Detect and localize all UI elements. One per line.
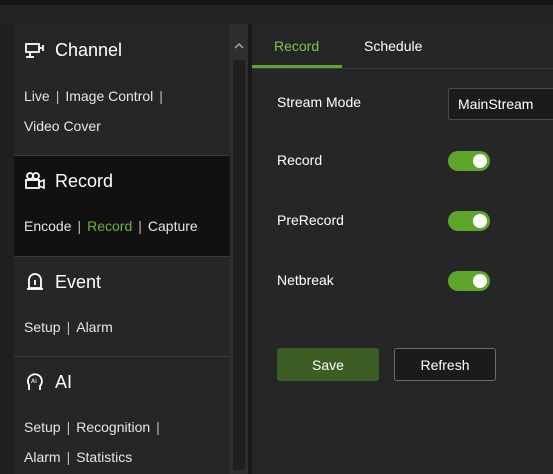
chevron-up-icon[interactable] [234, 38, 244, 49]
ai-head-icon: AI [24, 371, 46, 393]
sidebar-heading-label: AI [55, 371, 73, 392]
sidebar-section-ai: AI AI Setup | Recognition | Alarm | Stat… [14, 357, 230, 474]
top-bar [0, 0, 553, 24]
sidebar-item-image-control[interactable]: Image Control [65, 81, 153, 111]
sidebar-heading-label: Channel [55, 39, 123, 60]
svg-text:AI: AI [31, 378, 37, 385]
sidebar-heading-record[interactable]: Record [24, 169, 113, 193]
scrollbar-thumb[interactable] [233, 60, 245, 470]
sidebar-links-ai: Setup | Recognition | Alarm | Statistics [24, 412, 166, 472]
separator: | [156, 419, 160, 435]
sidebar-link-row: Setup | Recognition | [24, 412, 166, 442]
sidebar-item-video-cover[interactable]: Video Cover [24, 111, 101, 141]
sidebar-heading-ai[interactable]: AI AI [24, 370, 72, 394]
stream-mode-value: MainStream [458, 96, 534, 112]
tab-bar: Record Schedule [252, 24, 553, 69]
sidebar-link-row: Alarm | Statistics [24, 442, 166, 472]
sidebar-heading-label: Record [55, 170, 114, 191]
separator: | [138, 218, 142, 234]
sidebar-item-alarm[interactable]: Alarm [76, 312, 113, 342]
refresh-button[interactable]: Refresh [394, 348, 496, 381]
sidebar-section-record: Record Encode | Record | Capture [14, 156, 230, 256]
sidebar-links-event: Setup | Alarm [24, 312, 113, 342]
record-toggle[interactable] [448, 151, 490, 171]
sidebar-heading-channel[interactable]: Channel [24, 38, 122, 62]
alarm-bell-icon [24, 271, 46, 293]
toggle-knob [473, 154, 487, 168]
sidebar-section-event: Event Setup | Alarm [14, 257, 230, 356]
netbreak-label: Netbreak [277, 272, 334, 288]
prerecord-label: PreRecord [277, 212, 344, 228]
toggle-knob [473, 274, 487, 288]
separator: | [159, 88, 163, 104]
record-settings-panel: Record Schedule Stream Mode MainStream R… [252, 24, 553, 474]
sidebar-section-channel: Channel Live | Image Control | Video Cov… [14, 24, 230, 155]
sidebar-heading-label: Event [55, 271, 102, 292]
sidebar-item-alarm[interactable]: Alarm [24, 442, 61, 472]
sidebar-links-record: Encode | Record | Capture [24, 211, 198, 241]
top-bar-edge [0, 0, 553, 5]
separator: | [66, 419, 71, 435]
sidebar-item-recognition[interactable]: Recognition [76, 412, 150, 442]
tab-bar-divider [252, 68, 553, 69]
prerecord-toggle[interactable] [448, 211, 490, 231]
sidebar-item-statistics[interactable]: Statistics [76, 442, 132, 472]
sidebar-heading-event[interactable]: Event [24, 270, 101, 294]
record-label: Record [277, 152, 323, 168]
camera-icon [24, 39, 46, 61]
stream-mode-label: Stream Mode [277, 94, 362, 110]
separator: | [77, 218, 82, 234]
sidebar-link-row: Encode | Record | Capture [24, 211, 198, 241]
sidebar-link-row: Live | Image Control | [24, 81, 169, 111]
save-button[interactable]: Save [277, 348, 379, 381]
sidebar-item-record[interactable]: Record [87, 211, 132, 241]
tab-schedule[interactable]: Schedule [364, 38, 422, 54]
sidebar-link-row: Video Cover [24, 111, 169, 141]
sidebar-links-channel: Live | Image Control | Video Cover [24, 81, 169, 141]
sidebar-link-row: Setup | Alarm [24, 312, 113, 342]
sidebar-item-encode[interactable]: Encode [24, 211, 71, 241]
sidebar-item-setup[interactable]: Setup [24, 312, 61, 342]
tab-record[interactable]: Record [274, 38, 319, 54]
sidebar-item-capture[interactable]: Capture [148, 211, 198, 241]
netbreak-toggle[interactable] [448, 271, 490, 291]
sidebar-item-setup[interactable]: Setup [24, 412, 61, 442]
separator: | [55, 88, 60, 104]
sidebar-item-live[interactable]: Live [24, 81, 50, 111]
video-recorder-icon [24, 170, 46, 192]
sidebar-scrollbar[interactable] [230, 24, 248, 474]
separator: | [66, 449, 71, 465]
stream-mode-select[interactable]: MainStream [448, 88, 553, 120]
separator: | [66, 319, 71, 335]
settings-sidebar: Channel Live | Image Control | Video Cov… [14, 24, 230, 474]
toggle-knob [473, 214, 487, 228]
